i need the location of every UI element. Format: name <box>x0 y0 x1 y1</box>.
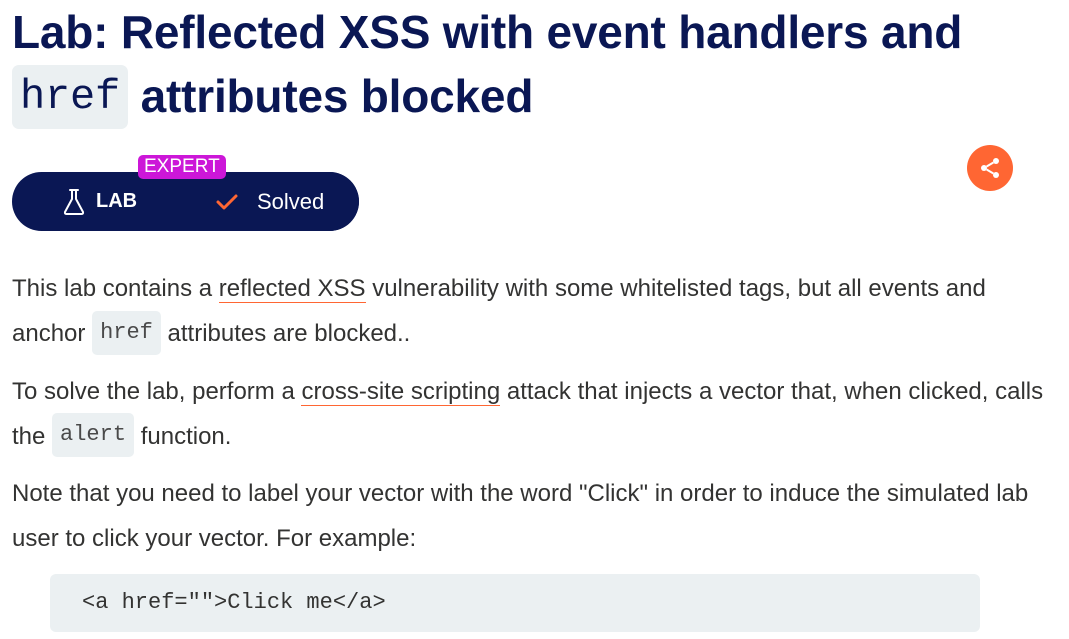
status-label: Solved <box>257 188 325 214</box>
lab-label: LAB <box>96 190 138 212</box>
title-prefix: Lab: Reflected XSS with event handlers a… <box>12 6 963 58</box>
inline-code-alert: alert <box>52 413 135 458</box>
p2-text-before: To solve the lab, perform a <box>12 377 302 405</box>
code-example-block: <a href="">Click me</a> <box>50 574 980 632</box>
cross-site-scripting-link[interactable]: cross-site scripting <box>301 377 501 406</box>
description-paragraph-2: To solve the lab, perform a cross-site s… <box>12 369 1052 460</box>
check-icon <box>216 194 238 209</box>
p1-text-before: This lab contains a <box>12 275 219 302</box>
title-code: href <box>12 64 129 129</box>
title-suffix: attributes blocked <box>140 70 534 122</box>
p1-text-after: attributes are blocked.. <box>160 320 411 347</box>
reflected-xss-link[interactable]: reflected XSS <box>218 275 366 303</box>
page-title: Lab: Reflected XSS with event handlers a… <box>12 0 1062 132</box>
flask-icon <box>63 188 85 215</box>
share-button[interactable] <box>967 145 1013 191</box>
lab-description: This lab contains a reflected XSS vulner… <box>12 266 1052 573</box>
expert-level-badge: EXPERT <box>138 155 226 179</box>
description-paragraph-1: This lab contains a reflected XSS vulner… <box>12 266 1052 357</box>
lab-badge: LAB <box>62 172 137 231</box>
p2-text-after: function. <box>134 422 232 450</box>
description-paragraph-3: Note that you need to label your vector … <box>12 480 1029 553</box>
share-icon <box>981 158 999 178</box>
solved-badge: Solved <box>188 172 359 231</box>
inline-code-href: href <box>92 310 161 355</box>
